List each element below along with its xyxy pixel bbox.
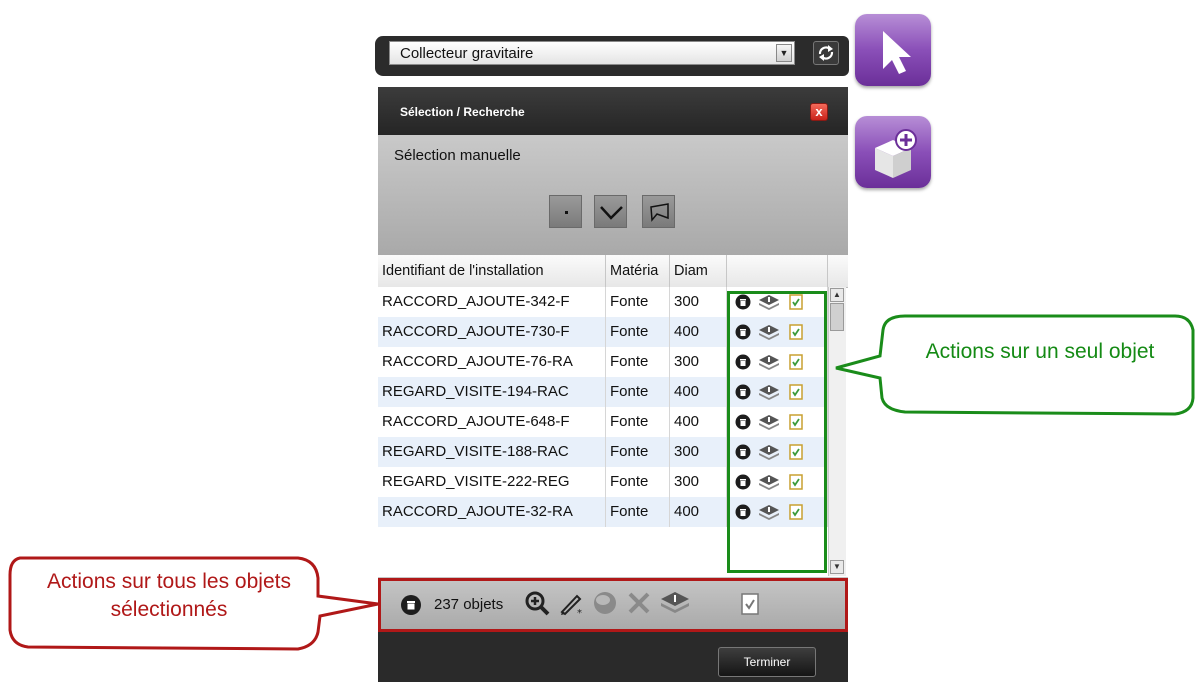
bulk-actions-label: Actions sur tous les objets sélectionnés [47, 570, 291, 621]
single-actions-label: Actions sur un seul objet [925, 340, 1155, 363]
